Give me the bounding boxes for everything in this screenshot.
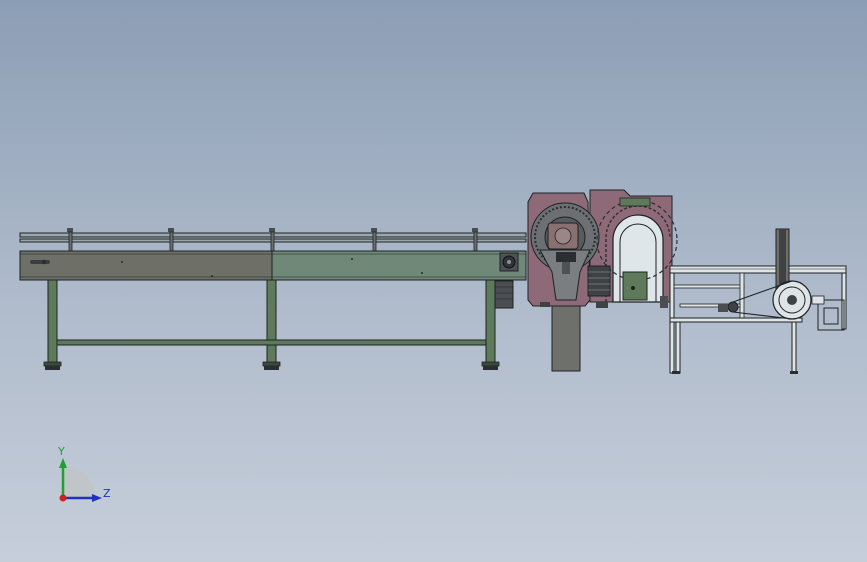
- conveyor-leg: [485, 279, 496, 365]
- outfeed-station[interactable]: [669, 228, 847, 374]
- conveyor-side-panel-left: [19, 250, 273, 281]
- conveyor-side-panel-right: [271, 250, 527, 281]
- orientation-triad[interactable]: Y Z: [57, 445, 111, 502]
- conveyor-leg: [47, 279, 58, 365]
- cad-graphics-area[interactable]: Y Z: [0, 0, 867, 562]
- drive-pulley: [727, 301, 739, 313]
- conveyor-leg: [266, 279, 277, 365]
- x-axis-dot: [59, 494, 67, 502]
- processing-machine[interactable]: [527, 189, 678, 372]
- outfeed-table-top: [669, 265, 847, 274]
- infeed-conveyor[interactable]: [19, 228, 527, 370]
- tension-pulley: [772, 280, 812, 320]
- conveyor-cross-bar: [56, 339, 487, 346]
- y-axis-label: Y: [57, 445, 65, 458]
- outfeed-frame-lower: [669, 317, 803, 323]
- z-axis-label: Z: [103, 487, 111, 500]
- assembly-model-view[interactable]: Y Z: [0, 0, 867, 562]
- leveling-foot: [481, 361, 500, 367]
- top-bracket: [619, 197, 651, 207]
- gearbox: [622, 271, 648, 301]
- tensioner-slot: [30, 260, 50, 264]
- support-column: [551, 305, 581, 372]
- triad-quadrant: [63, 466, 95, 498]
- leveling-foot: [262, 361, 281, 367]
- control-unit: [587, 265, 611, 297]
- leveling-foot: [43, 361, 62, 367]
